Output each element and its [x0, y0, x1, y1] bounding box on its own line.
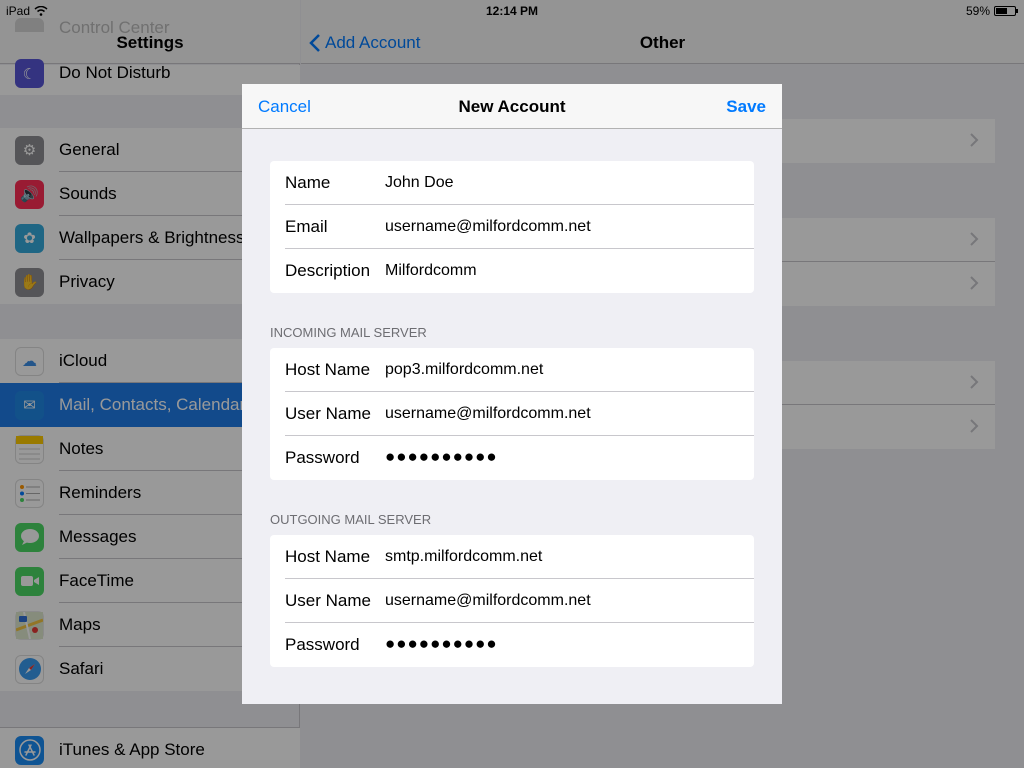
battery-percent: 59% — [965, 4, 990, 18]
outgoing-server-group: Host Name smtp.milfordcomm.net User Name… — [270, 535, 754, 667]
name-label: Name — [285, 173, 331, 192]
name-row: Name John Doe — [270, 161, 754, 205]
new-account-modal: Cancel New Account Save Name John Doe Em… — [242, 84, 782, 704]
outgoing-host-row: Host Name smtp.milfordcomm.net — [270, 535, 754, 579]
status-right: 59% — [965, 4, 1018, 18]
save-button[interactable]: Save — [726, 97, 766, 117]
incoming-host-label: Host Name — [285, 360, 371, 379]
outgoing-host-field[interactable]: smtp.milfordcomm.net — [385, 548, 542, 566]
email-field[interactable]: username@milfordcomm.net — [385, 218, 591, 236]
outgoing-section-header: OUTGOING MAIL SERVER — [270, 512, 432, 527]
email-label: Email — [285, 217, 328, 236]
outgoing-user-field[interactable]: username@milfordcomm.net — [385, 592, 591, 610]
incoming-user-field[interactable]: username@milfordcomm.net — [385, 405, 591, 423]
outgoing-user-row: User Name username@milfordcomm.net — [270, 579, 754, 623]
outgoing-host-label: Host Name — [285, 547, 371, 566]
incoming-password-row: Password ●●●●●●●●●● — [270, 436, 754, 480]
incoming-user-row: User Name username@milfordcomm.net — [270, 392, 754, 436]
battery-fill — [996, 8, 1007, 14]
incoming-password-field[interactable]: ●●●●●●●●●● — [385, 447, 498, 467]
email-row: Email username@milfordcomm.net — [270, 205, 754, 249]
description-row: Description Milfordcomm — [270, 249, 754, 293]
battery-icon — [994, 6, 1018, 16]
modal-title: New Account — [458, 97, 566, 116]
incoming-section-header: INCOMING MAIL SERVER — [270, 325, 427, 340]
outgoing-password-label: Password — [285, 635, 360, 654]
incoming-server-group: Host Name pop3.milfordcomm.net User Name… — [270, 348, 754, 480]
modal-nav-bar: Cancel New Account Save — [242, 84, 782, 129]
description-label: Description — [285, 261, 371, 280]
status-time: 12:14 PM — [485, 4, 539, 18]
description-field[interactable]: Milfordcomm — [385, 262, 477, 280]
incoming-host-field[interactable]: pop3.milfordcomm.net — [385, 361, 543, 379]
outgoing-password-row: Password ●●●●●●●●●● — [270, 623, 754, 667]
incoming-user-label: User Name — [285, 404, 371, 423]
account-info-group: Name John Doe Email username@milfordcomm… — [270, 161, 754, 293]
outgoing-user-label: User Name — [285, 591, 371, 610]
incoming-password-label: Password — [285, 448, 360, 467]
status-bar: iPad 12:14 PM 59% — [0, 0, 1024, 22]
incoming-host-row: Host Name pop3.milfordcomm.net — [270, 348, 754, 392]
outgoing-password-field[interactable]: ●●●●●●●●●● — [385, 634, 498, 654]
name-field[interactable]: John Doe — [385, 174, 454, 192]
